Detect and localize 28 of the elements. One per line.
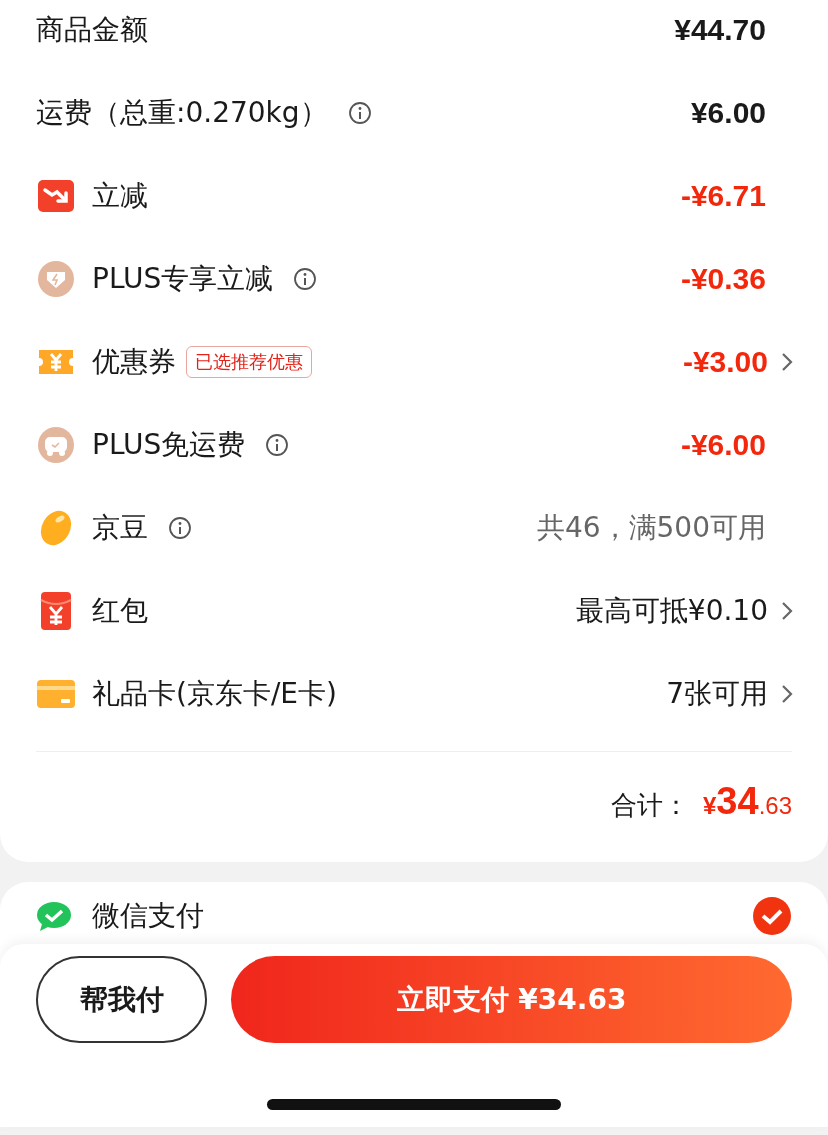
row-amount: 最高可抵¥0.10 <box>575 592 768 629</box>
row-amount: ¥44.70 <box>674 12 766 47</box>
row-label: PLUS免运费 <box>92 426 246 463</box>
row-amount: -¥6.71 <box>680 178 766 213</box>
row-label: 商品金额 <box>36 11 148 48</box>
row-amount: -¥0.36 <box>680 261 766 296</box>
truck-icon <box>36 424 76 465</box>
row-label: PLUS专享立减 <box>92 260 274 297</box>
pay-now-button[interactable]: 立即支付 ¥34.63 <box>231 956 792 1043</box>
shield-bolt-icon <box>36 258 76 299</box>
recommendation-tag: 已选推荐优惠 <box>186 345 312 378</box>
row-label: 运费（总重:0.270kg） <box>36 94 328 131</box>
row-amount: ¥6.00 <box>690 95 766 130</box>
row-amount: -¥3.00 <box>682 344 768 379</box>
total-amount: ¥34.63 <box>703 780 792 823</box>
help-pay-button[interactable]: 帮我付 <box>36 956 207 1043</box>
chat-bubble-icon <box>36 900 72 932</box>
row-amount: -¥6.00 <box>680 427 766 462</box>
row-amount: 共46，满500可用 <box>536 509 766 546</box>
row-label: 优惠券 <box>92 343 176 380</box>
row-label: 立减 <box>92 177 148 214</box>
row-label: 京豆 <box>92 509 148 546</box>
row-label: 礼品卡(京东卡/E卡) <box>92 675 337 712</box>
total-label: 合计： <box>611 789 689 822</box>
row-amount: 7张可用 <box>666 675 768 712</box>
checkmark-icon[interactable] <box>752 896 792 936</box>
payment-method-label[interactable]: 微信支付 <box>92 899 204 933</box>
row-label: 红包 <box>92 592 148 629</box>
